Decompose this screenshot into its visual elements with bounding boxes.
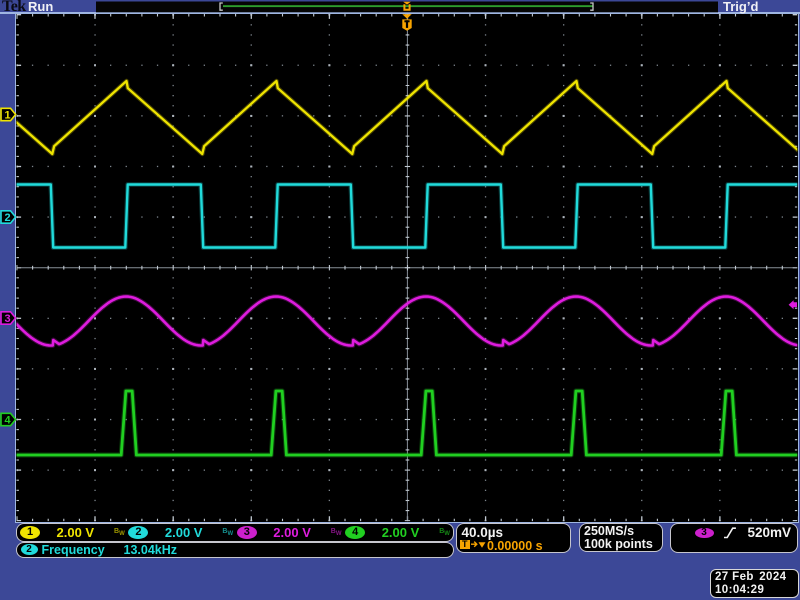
svg-text:1: 1: [5, 110, 11, 122]
svg-text:3: 3: [5, 313, 11, 325]
svg-text:2: 2: [5, 212, 11, 224]
svg-text:4: 4: [5, 415, 12, 427]
